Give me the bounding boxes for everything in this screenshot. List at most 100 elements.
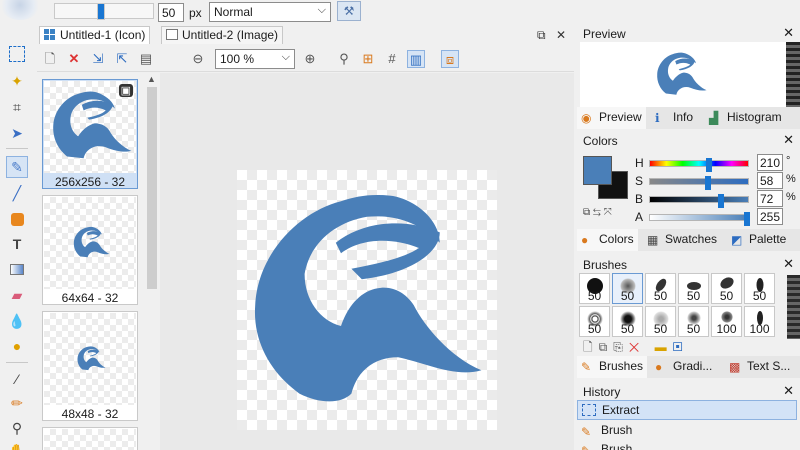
brush-preset[interactable]: 50 <box>711 273 742 304</box>
scroll-up-icon[interactable]: ▲ <box>147 74 156 84</box>
tab-gradients[interactable]: ● Gradi... <box>651 356 716 378</box>
magic-wand-button[interactable]: ⚒ <box>337 1 361 21</box>
swatch-controls-icon[interactable]: ⧉ ⇆ ⤧ <box>583 207 612 218</box>
history-item[interactable]: ✎ Brush <box>577 440 797 450</box>
grid-icon[interactable]: # <box>383 50 401 68</box>
close-icon[interactable]: ✕ <box>783 256 794 272</box>
thumbnail-scrollbar[interactable]: ▲ <box>143 73 160 450</box>
tab-untitled-1[interactable]: Untitled-1 (Icon) <box>39 26 151 44</box>
brush-preset[interactable]: 50 <box>678 306 709 337</box>
brush-preset[interactable]: 100 <box>711 306 742 337</box>
foreground-color-swatch[interactable] <box>583 156 612 185</box>
export-icon[interactable]: ⇱ <box>113 50 131 68</box>
close-icon[interactable]: ✕ <box>556 28 566 42</box>
close-icon[interactable]: ✕ <box>783 25 794 41</box>
delete-icon[interactable]: ✕ <box>65 50 83 68</box>
eraser-icon[interactable]: ▰ <box>6 284 28 306</box>
channel-label: A <box>635 210 644 224</box>
delete-icon[interactable]: ✕ <box>629 340 645 354</box>
copy-icon[interactable]: ⎘ <box>613 340 629 354</box>
save-icon[interactable]: ▣ <box>673 340 689 354</box>
scrollbar-thumb[interactable] <box>147 87 157 289</box>
brush-preset[interactable]: 50 <box>744 273 775 304</box>
tab-brushes[interactable]: ✎ Brushes <box>577 356 648 378</box>
brush-size-input[interactable]: 50 <box>158 3 184 22</box>
channel-value-input[interactable]: 72 <box>757 190 783 207</box>
tab-colors[interactable]: ● Colors <box>577 229 638 251</box>
restore-icon[interactable]: ⧉ <box>537 28 546 43</box>
shape-icon[interactable] <box>6 208 28 230</box>
channel-slider-thumb[interactable] <box>718 194 724 208</box>
new-brush-icon[interactable]: 🗋 <box>583 340 599 354</box>
thumbnails-toggle-icon[interactable]: ▥ <box>407 50 425 68</box>
brush-preset[interactable]: 50 <box>645 306 676 337</box>
brush-size-slider[interactable] <box>54 3 154 20</box>
blur-icon[interactable]: 💧 <box>6 310 28 332</box>
channel-slider[interactable] <box>649 176 749 190</box>
eyedropper-icon[interactable]: ⁄ <box>6 368 28 390</box>
thumbnail-caption: 48x48 - 32 <box>61 407 119 421</box>
close-icon[interactable]: ✕ <box>783 383 794 399</box>
zoom-select[interactable]: 100 % ⌵ <box>215 49 295 69</box>
list-item[interactable]: 48x48 - 32 <box>42 311 138 421</box>
list-item[interactable]: ▣ 256x256 - 32 <box>42 79 138 189</box>
zoom-in-icon[interactable]: ⊕ <box>301 50 319 68</box>
brush-preset[interactable]: 50 <box>645 273 676 304</box>
tab-info[interactable]: ℹ Info <box>651 107 697 129</box>
ruler-icon[interactable]: ⊞ <box>359 50 377 68</box>
brush-preset[interactable]: 50 <box>579 306 610 337</box>
channel-slider[interactable] <box>649 194 749 208</box>
zoom-out-icon[interactable]: ⊖ <box>189 50 207 68</box>
tab-preview[interactable]: ◉ Preview <box>577 107 646 129</box>
brush-icon[interactable]: ✎ <box>6 156 28 178</box>
image-canvas[interactable] <box>237 170 497 430</box>
import-icon[interactable]: ⇲ <box>89 50 107 68</box>
channel-value-input[interactable]: 210 <box>757 154 783 171</box>
channel-slider[interactable] <box>649 212 750 226</box>
brush-size-slider-thumb[interactable] <box>97 3 105 20</box>
new-image-icon[interactable]: 🗋 <box>41 50 59 68</box>
brush-preset[interactable]: 50 <box>612 306 643 337</box>
duplicate-icon[interactable]: ⧉ <box>599 340 614 354</box>
tab-swatches[interactable]: ▦ Swatches <box>643 229 721 251</box>
magic-wand-icon[interactable]: ✦ <box>6 70 28 92</box>
folder-icon[interactable]: ▬ <box>655 340 673 354</box>
list-item[interactable] <box>42 427 138 450</box>
channel-slider-thumb[interactable] <box>744 212 750 226</box>
layers-icon[interactable]: ▤ <box>137 50 155 68</box>
brush-preset[interactable]: 50 <box>579 273 610 304</box>
pencil-icon[interactable]: ✏ <box>6 392 28 414</box>
hand-icon[interactable]: ✋ <box>6 440 28 450</box>
brush-preset[interactable]: 50 <box>678 273 709 304</box>
text-icon[interactable]: T <box>6 233 28 255</box>
zoom-icon[interactable]: ⚲ <box>6 417 28 439</box>
tab-text-styles[interactable]: ▩ Text S... <box>725 356 794 378</box>
channel-value-input[interactable]: 58 <box>757 172 783 189</box>
list-item[interactable]: 64x64 - 32 <box>42 195 138 305</box>
brush-preset[interactable]: 100 <box>744 306 775 337</box>
channel-value-input[interactable]: 255 <box>757 208 783 225</box>
preview-scrollbar[interactable] <box>786 42 800 107</box>
rect-select-icon[interactable] <box>9 46 25 62</box>
tab-histogram[interactable]: ▟ Histogram <box>705 107 786 129</box>
move-icon[interactable]: ➤ <box>6 122 28 144</box>
brush-preset[interactable]: 50 <box>612 273 643 304</box>
line-icon[interactable]: ╱ <box>6 182 28 204</box>
history-label: Extract <box>602 403 640 417</box>
gradient-icon[interactable] <box>6 258 28 280</box>
tab-untitled-2[interactable]: Untitled-2 (Image) <box>161 26 284 44</box>
tab-palette[interactable]: ◩ Palette <box>727 229 790 251</box>
dodge-icon[interactable]: ● <box>6 335 28 357</box>
history-item[interactable]: Extract <box>577 400 797 420</box>
crop-icon[interactable]: ⌗ <box>6 96 28 118</box>
channel-slider[interactable] <box>649 158 749 172</box>
fit-icon[interactable]: ⚲ <box>335 50 353 68</box>
channel-slider-thumb[interactable] <box>706 158 712 172</box>
close-icon[interactable]: ✕ <box>783 132 794 148</box>
blend-mode-select[interactable]: Normal ⌵ <box>209 2 331 22</box>
channel-slider-thumb[interactable] <box>705 176 711 190</box>
toolbar-divider <box>6 148 28 149</box>
brushes-scrollbar[interactable] <box>787 275 800 339</box>
frame-icon[interactable]: ⧈ <box>441 50 459 68</box>
history-item[interactable]: ✎ Brush <box>577 421 797 441</box>
